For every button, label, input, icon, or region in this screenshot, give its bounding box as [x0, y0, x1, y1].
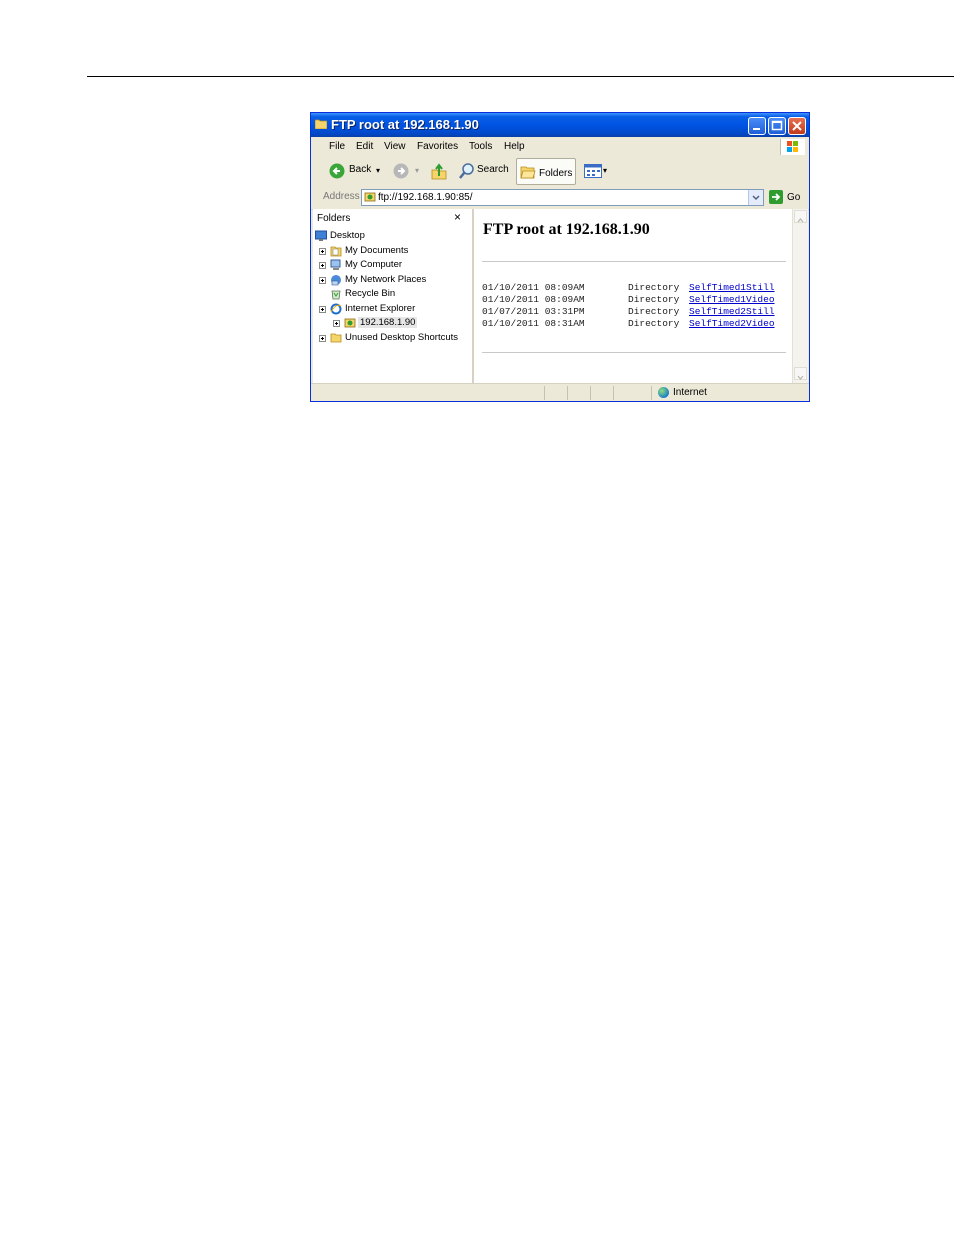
expand-icon[interactable]	[319, 262, 326, 269]
folder-icon	[315, 119, 327, 129]
security-zone-label: Internet	[673, 387, 707, 398]
address-label: Address	[323, 191, 360, 202]
folder-icon	[330, 333, 342, 343]
entry-link[interactable]: SelfTimed1Video	[689, 294, 775, 305]
internet-explorer-icon	[330, 303, 342, 315]
minimize-button[interactable]	[748, 117, 766, 135]
divider	[482, 261, 786, 262]
page-header-rule	[87, 76, 954, 77]
expand-icon[interactable]	[319, 335, 326, 342]
my-documents-icon	[330, 246, 342, 257]
entry-kind: Directory	[628, 318, 680, 329]
content-pane: FTP root at 192.168.1.90 01/10/2011 08:0…	[474, 209, 792, 383]
status-bar: Internet	[311, 383, 809, 401]
entry-kind: Directory	[628, 306, 680, 317]
scroll-down-icon[interactable]	[794, 367, 807, 381]
close-button[interactable]	[788, 117, 806, 135]
entry-datetime: 01/10/2011 08:09AM	[482, 294, 585, 305]
minimize-icon	[753, 128, 760, 130]
my-computer-icon	[330, 259, 341, 270]
explorer-window: FTP root at 192.168.1.90 File Edit View …	[310, 112, 810, 402]
back-arrow-icon[interactable]	[329, 163, 345, 179]
standard-toolbar: Back ▾ ▾ Search Folders ▾	[311, 157, 809, 188]
ftp-folder-icon	[364, 192, 376, 202]
ftp-server-icon	[344, 318, 356, 328]
tree-item-label: Recycle Bin	[345, 288, 396, 299]
folders-pane-header: Folders	[317, 213, 351, 224]
expand-icon[interactable]	[333, 320, 340, 327]
entry-link[interactable]: SelfTimed2Video	[689, 318, 775, 329]
entry-datetime: 01/10/2011 08:09AM	[482, 282, 585, 293]
menu-view[interactable]: View	[384, 141, 406, 152]
status-divider	[651, 386, 652, 400]
status-divider	[590, 386, 591, 400]
folders-button[interactable]: Folders	[516, 158, 576, 185]
windows-logo-icon	[780, 139, 805, 155]
menu-help[interactable]: Help	[504, 141, 525, 152]
search-icon[interactable]	[458, 162, 476, 180]
close-icon	[792, 121, 802, 131]
folders-icon	[520, 166, 536, 179]
maximize-icon	[771, 120, 783, 131]
up-folder-icon[interactable]	[431, 162, 447, 180]
vertical-scrollbar[interactable]	[792, 209, 808, 383]
search-button[interactable]: Search	[477, 164, 509, 175]
go-arrow-icon[interactable]	[769, 190, 783, 204]
tree-item-label: Desktop	[330, 230, 365, 241]
status-divider	[567, 386, 568, 400]
tree-item-label: My Network Places	[345, 274, 427, 285]
entry-datetime: 01/07/2011 03:31PM	[482, 306, 585, 317]
tree-item-label: 192.168.1.90	[358, 317, 418, 328]
page-title: FTP root at 192.168.1.90	[483, 221, 650, 238]
folders-pane-close-icon[interactable]: ×	[454, 210, 461, 224]
tree-item-label: My Documents	[345, 245, 409, 256]
maximize-button[interactable]	[768, 117, 786, 135]
title-bar[interactable]: FTP root at 192.168.1.90	[311, 113, 809, 137]
forward-dropdown-icon[interactable]: ▾	[415, 166, 419, 175]
address-value: ftp://192.168.1.90:85/	[378, 192, 473, 203]
entry-kind: Directory	[628, 294, 680, 305]
menu-bar: File Edit View Favorites Tools Help	[311, 137, 809, 158]
expand-icon[interactable]	[319, 306, 326, 313]
menu-file[interactable]: File	[329, 141, 345, 152]
scroll-up-icon[interactable]	[794, 210, 807, 223]
entry-kind: Directory	[628, 282, 680, 293]
go-button[interactable]: Go	[787, 192, 800, 203]
recycle-bin-icon	[331, 290, 341, 300]
tree-item-label: Internet Explorer	[345, 303, 416, 314]
menu-edit[interactable]: Edit	[356, 141, 373, 152]
status-divider	[613, 386, 614, 400]
menu-tools[interactable]: Tools	[469, 141, 492, 152]
status-divider	[544, 386, 545, 400]
tree-item-label: Unused Desktop Shortcuts	[345, 332, 459, 343]
desktop-icon	[315, 230, 327, 241]
folders-pane: Folders × Desktop My Documents My Comput…	[313, 209, 474, 383]
entry-link[interactable]: SelfTimed1Still	[689, 282, 775, 293]
back-dropdown-icon[interactable]: ▾	[376, 166, 380, 175]
back-button[interactable]: Back	[349, 164, 371, 175]
forward-arrow-icon[interactable]	[393, 163, 409, 179]
network-places-icon	[331, 275, 341, 286]
menu-favorites[interactable]: Favorites	[417, 141, 458, 152]
views-dropdown-icon[interactable]: ▾	[603, 166, 607, 175]
tree-item-label: My Computer	[345, 259, 403, 270]
folders-label: Folders	[539, 168, 573, 179]
entry-datetime: 01/10/2011 08:31AM	[482, 318, 585, 329]
expand-icon[interactable]	[319, 277, 326, 284]
address-bar: Address ftp://192.168.1.90:85/ Go	[311, 187, 809, 210]
views-icon[interactable]	[584, 164, 604, 178]
window-title: FTP root at 192.168.1.90	[331, 117, 479, 132]
internet-zone-icon	[658, 387, 669, 398]
expand-icon[interactable]	[319, 248, 326, 255]
address-dropdown-icon[interactable]	[748, 190, 763, 205]
entry-link[interactable]: SelfTimed2Still	[689, 306, 775, 317]
address-input[interactable]: ftp://192.168.1.90:85/	[361, 189, 764, 206]
divider	[482, 352, 786, 353]
